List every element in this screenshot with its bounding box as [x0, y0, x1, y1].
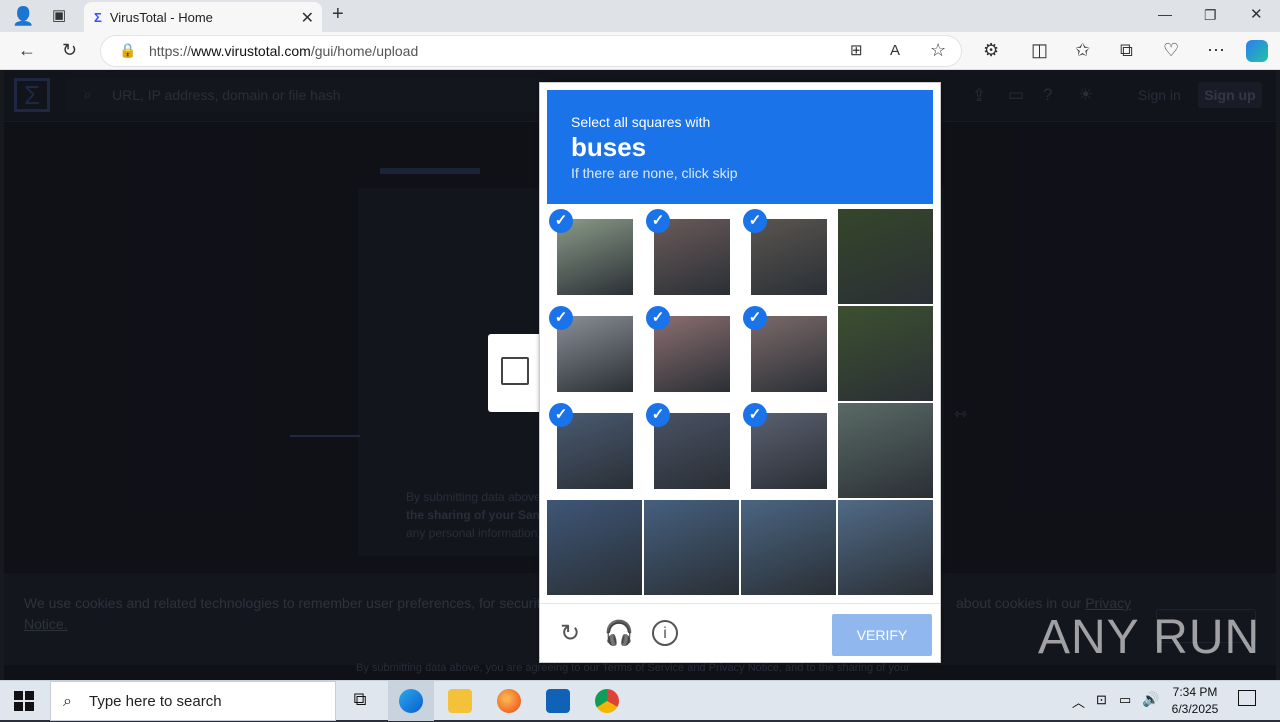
captcha-tile[interactable]: ✓ — [547, 209, 642, 304]
volume-icon[interactable]: 🔊 — [1142, 691, 1159, 708]
info-icon[interactable]: i — [652, 620, 678, 646]
selected-check-icon: ✓ — [646, 403, 670, 427]
captcha-tile-image — [838, 500, 933, 595]
captcha-tile[interactable]: ✓ — [547, 306, 642, 401]
browser-tab-bar: 👤 ▣ Σ VirusTotal - Home ✕ + — ❐ ✕ — [0, 0, 1280, 32]
url-field[interactable]: 🔒 https://www.virustotal.com/gui/home/up… — [100, 35, 962, 67]
outlook-icon[interactable] — [546, 689, 570, 713]
address-toolbar: ← ↻ 🔒 https://www.virustotal.com/gui/hom… — [0, 32, 1280, 70]
back-icon[interactable]: ← — [18, 41, 36, 59]
captcha-challenge: Select all squares with buses If there a… — [539, 82, 941, 663]
favorite-star-icon[interactable]: ☆ — [930, 41, 946, 59]
captcha-tile-image — [838, 403, 933, 498]
window-close-icon[interactable]: ✕ — [1250, 6, 1263, 24]
audio-challenge-icon[interactable]: 🎧 — [604, 620, 634, 648]
lock-icon: 🔒 — [119, 42, 137, 58]
captcha-tile-image — [741, 500, 836, 595]
restore-icon[interactable]: ❐ — [1204, 6, 1217, 24]
selected-check-icon: ✓ — [646, 306, 670, 330]
collections-icon[interactable]: ⧉ — [1120, 41, 1133, 59]
app-available-icon[interactable]: ⊞ — [850, 42, 863, 60]
edge-icon[interactable] — [399, 689, 423, 713]
extensions-icon[interactable]: ⚙ — [983, 41, 999, 59]
minimize-icon[interactable]: — — [1158, 5, 1172, 23]
taskbar-clock[interactable]: 7:34 PM 6/3/2025 — [1160, 684, 1230, 718]
selected-check-icon: ✓ — [743, 403, 767, 427]
captcha-prompt: Select all squares with — [571, 114, 711, 130]
tab-title: VirusTotal - Home — [109, 9, 213, 25]
selected-check-icon: ✓ — [549, 209, 573, 233]
close-tab-icon[interactable]: ✕ — [301, 8, 314, 28]
captcha-checkbox[interactable] — [501, 357, 529, 385]
captcha-hint: If there are none, click skip — [571, 165, 738, 181]
selected-check-icon: ✓ — [549, 306, 573, 330]
task-view-icon[interactable]: ⧉ — [348, 689, 372, 713]
start-windows-icon[interactable] — [14, 691, 34, 711]
tray-device-icon[interactable]: ⊡ — [1096, 692, 1107, 708]
favorites-icon[interactable]: ✩ — [1075, 41, 1090, 59]
browser-essentials-icon[interactable]: ♡ — [1163, 41, 1179, 59]
captcha-target: buses — [571, 132, 647, 162]
captcha-tile[interactable] — [547, 500, 642, 595]
captcha-tile[interactable]: ✓ — [741, 403, 836, 498]
verify-button[interactable]: VERIFY — [832, 614, 932, 656]
captcha-header: Select all squares with buses If there a… — [547, 90, 933, 204]
firefox-icon[interactable] — [497, 689, 521, 713]
windows-taskbar: ⌕ Type here to search ⧉ ︿ ⊡ ▭ 🔊 7:34 PM … — [0, 680, 1280, 721]
notification-center-icon[interactable] — [1238, 690, 1256, 706]
url-domain: www.virustotal.com — [191, 43, 311, 59]
reload-icon[interactable]: ↻ — [556, 620, 584, 648]
virustotal-favicon: Σ — [94, 9, 102, 25]
selected-check-icon: ✓ — [549, 403, 573, 427]
captcha-tile-image — [644, 500, 739, 595]
tab-actions-icon[interactable]: ▣ — [52, 7, 66, 25]
tab-virustotal[interactable]: Σ VirusTotal - Home ✕ — [84, 2, 322, 32]
profile-icon[interactable]: 👤 — [12, 7, 34, 25]
taskbar-search-icon: ⌕ — [63, 693, 72, 710]
clock-date: 6/3/2025 — [1171, 702, 1219, 716]
captcha-tile[interactable]: ✓ — [644, 403, 739, 498]
captcha-tile[interactable]: ✓ — [644, 306, 739, 401]
captcha-tile[interactable] — [838, 306, 933, 401]
captcha-tile[interactable] — [644, 500, 739, 595]
url-prefix: https:// — [149, 43, 192, 59]
captcha-tile[interactable]: ✓ — [644, 209, 739, 304]
taskbar-search-placeholder: Type here to search — [89, 693, 222, 710]
captcha-tile-image — [838, 209, 933, 304]
anyrun-watermark: ANY RUN — [1038, 611, 1261, 664]
selected-check-icon: ✓ — [743, 306, 767, 330]
selected-check-icon: ✓ — [743, 209, 767, 233]
clock-time: 7:34 PM — [1172, 685, 1218, 699]
chrome-icon[interactable] — [595, 689, 619, 713]
captcha-tile[interactable] — [838, 500, 933, 595]
captcha-tile-grid: ✓ ✓ ✓ ✓ ✓ ✓ ✓ ✓ ✓ — [547, 209, 933, 595]
refresh-icon[interactable]: ↻ — [62, 41, 77, 59]
read-aloud-icon[interactable]: A — [890, 42, 900, 60]
captcha-tile[interactable] — [838, 209, 933, 304]
network-icon[interactable]: ▭ — [1119, 692, 1131, 708]
url-path: /gui/home/upload — [310, 43, 419, 59]
captcha-tile[interactable]: ✓ — [547, 403, 642, 498]
taskbar-search-box[interactable]: ⌕ Type here to search — [50, 681, 336, 721]
copilot-icon[interactable] — [1246, 40, 1268, 62]
captcha-tile-image — [547, 500, 642, 595]
new-tab-icon[interactable]: + — [332, 4, 344, 24]
captcha-tile[interactable]: ✓ — [741, 209, 836, 304]
selected-check-icon: ✓ — [646, 209, 670, 233]
file-explorer-icon[interactable] — [448, 689, 472, 713]
captcha-tile[interactable] — [838, 403, 933, 498]
captcha-tile[interactable] — [741, 500, 836, 595]
captcha-tile-image — [838, 306, 933, 401]
captcha-footer: ↻ 🎧 i VERIFY — [540, 603, 940, 663]
captcha-checkbox-widget[interactable] — [488, 334, 540, 412]
split-screen-icon[interactable]: ◫ — [1031, 41, 1048, 59]
more-menu-icon[interactable]: ⋯ — [1207, 41, 1225, 59]
captcha-tile[interactable]: ✓ — [741, 306, 836, 401]
tray-chevron-icon[interactable]: ︿ — [1072, 692, 1085, 711]
